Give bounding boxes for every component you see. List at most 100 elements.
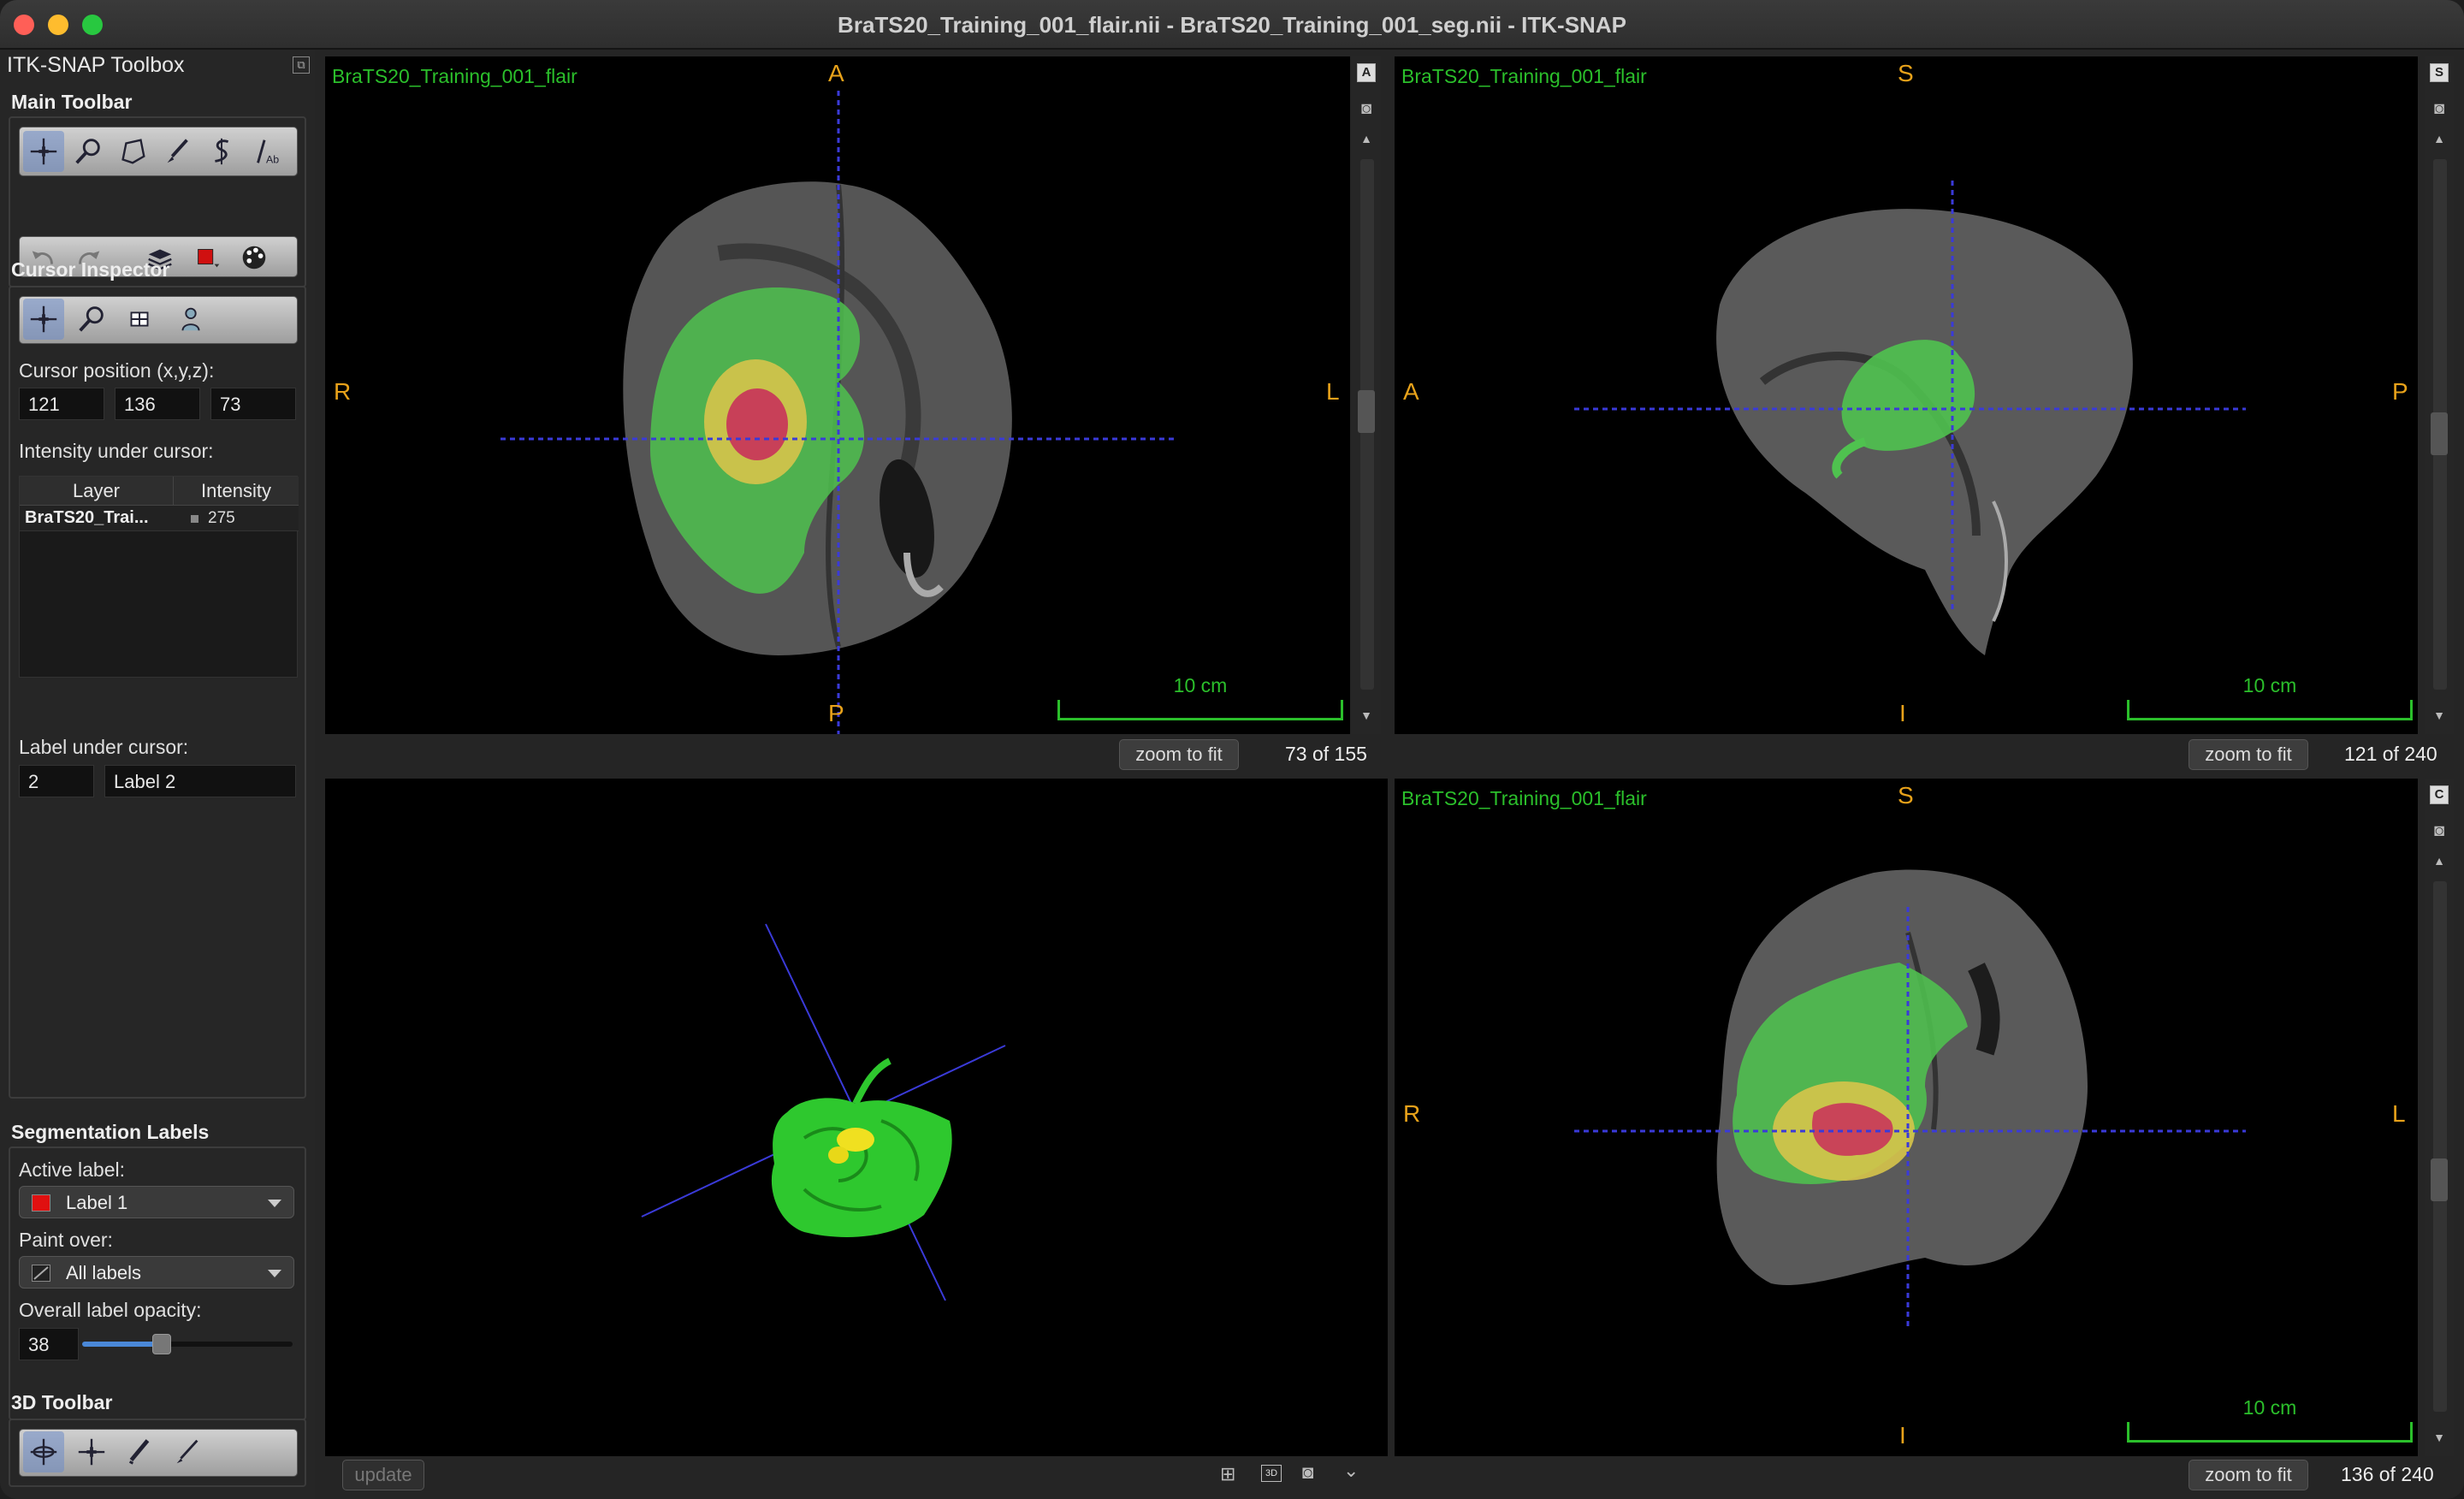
axial-side-strip: A ◙ ▲ ▼ [1352, 56, 1381, 734]
opacity-slider[interactable] [82, 1334, 293, 1354]
snake-tool-icon[interactable] [201, 131, 242, 172]
opacity-label: Overall label opacity: [19, 1299, 202, 1321]
coronal-layout-button[interactable]: C [2430, 785, 2449, 804]
paint-over-label: Paint over: [19, 1229, 113, 1251]
axial-zoom-to-fit-button[interactable]: zoom to fit [1119, 739, 1239, 770]
axial-slice-scroll-thumb[interactable] [1358, 390, 1375, 433]
scroll-down-icon[interactable]: ▼ [2430, 708, 2449, 722]
paintbrush-tool-icon[interactable] [157, 131, 198, 172]
sagittal-scale-label: 10 cm [2242, 674, 2297, 696]
coronal-orient-bottom: I [1899, 1422, 1906, 1449]
crosshair-tool-icon[interactable] [23, 131, 64, 172]
sagittal-slice-indicator: 121 of 240 [2344, 743, 2437, 765]
main-toolbar-heading: Main Toolbar [11, 91, 133, 113]
opacity-field[interactable]: 38 [19, 1328, 79, 1360]
paint-over-dropdown[interactable]: All labels [19, 1256, 294, 1289]
crosshair-3d-icon[interactable] [71, 1431, 112, 1472]
coronal-side-strip: C ◙ ▲ ▼ [2425, 779, 2454, 1456]
annotation-tool-icon[interactable]: Ab [246, 131, 287, 172]
active-label-swatch [32, 1194, 50, 1212]
coronal-slice-indicator: 136 of 240 [2341, 1463, 2434, 1485]
axial-slice-indicator: 73 of 155 [1285, 743, 1367, 765]
scroll-down-icon[interactable]: ▼ [2430, 1431, 2449, 1444]
sagittal-layout-button[interactable]: S [2430, 63, 2449, 82]
svg-text:Ab: Ab [266, 153, 279, 165]
coronal-view[interactable]: BraTS20_Training_001_flair S I R L 10 cm [1395, 779, 2418, 1456]
scroll-down-icon[interactable]: ▼ [1357, 708, 1376, 722]
render-3d-view[interactable] [325, 779, 1388, 1456]
main-toolbar-row1: Ab [19, 127, 298, 176]
intensity-column-header[interactable]: Intensity [174, 477, 299, 506]
sagittal-layer-name: BraTS20_Training_001_flair [1401, 65, 1647, 87]
coronal-scale-label: 10 cm [2242, 1396, 2297, 1419]
zoom-icon[interactable] [71, 299, 112, 340]
cursor-x-field[interactable]: 121 [19, 388, 104, 420]
label-name-field[interactable]: Label 2 [104, 765, 296, 797]
layout-icon[interactable]: ⊞ [1220, 1463, 1235, 1485]
cursor-y-field[interactable]: 136 [115, 388, 200, 420]
paint-over-swatch [32, 1265, 50, 1282]
segmentation-labels-heading: Segmentation Labels [11, 1121, 210, 1143]
camera-icon[interactable]: ◙ [1357, 99, 1376, 119]
cursor-z-field[interactable]: 73 [210, 388, 296, 420]
sagittal-orient-left: A [1403, 378, 1419, 405]
active-label-label: Active label: [19, 1158, 126, 1181]
scroll-up-icon[interactable]: ▲ [2430, 854, 2449, 868]
coronal-slice-image [1574, 869, 2246, 1326]
sagittal-scale-bar: 10 cm [2127, 674, 2413, 720]
undock-icon[interactable]: ⧉ [293, 56, 310, 74]
scalpel-icon[interactable] [119, 1431, 160, 1472]
3d-toggle-icon[interactable]: 3D [1261, 1465, 1282, 1482]
axial-layout-button[interactable]: A [1357, 63, 1376, 82]
axial-orient-left: R [334, 378, 352, 405]
cursor-position-label: Cursor position (x,y,z): [19, 359, 215, 382]
coronal-layer-name: BraTS20_Training_001_flair [1401, 787, 1647, 809]
surface-render-image [641, 923, 1006, 1301]
segmentation-labels-panel: Active label: Label 1 Paint over: All la… [9, 1146, 306, 1420]
camera-icon[interactable]: ◙ [2430, 821, 2449, 841]
person-icon[interactable] [170, 299, 211, 340]
coronal-slice-scrollbar[interactable] [2433, 881, 2447, 1412]
camera-icon[interactable]: ◙ [1302, 1461, 1313, 1484]
axial-orient-right: L [1326, 378, 1340, 405]
polygon-tool-icon[interactable] [112, 131, 153, 172]
sagittal-orient-top: S [1898, 60, 1914, 86]
toolbar-3d-heading: 3D Toolbar [11, 1391, 113, 1413]
toolbar-3d [19, 1429, 298, 1477]
toolbar-3d-panel [9, 1419, 306, 1487]
camera-icon[interactable]: ◙ [2430, 99, 2449, 119]
label-id-field[interactable]: 2 [19, 765, 94, 797]
scroll-up-icon[interactable]: ▲ [2430, 132, 2449, 145]
scroll-up-icon[interactable]: ▲ [1357, 132, 1376, 145]
table-row[interactable]: BraTS20_Trai... 275 [20, 506, 299, 531]
active-label-value: Label 1 [66, 1192, 128, 1213]
axial-slice-image [500, 91, 1176, 734]
update-button[interactable]: update [342, 1460, 424, 1490]
axial-view[interactable]: BraTS20_Training_001_flair A P R L 10 cm [325, 56, 1350, 734]
palette-icon[interactable] [234, 237, 275, 278]
label-color-icon[interactable] [187, 237, 228, 278]
paint-over-value: All labels [66, 1262, 142, 1283]
table-icon[interactable] [119, 299, 160, 340]
zoom-tool-icon[interactable] [68, 131, 109, 172]
axial-layer-name: BraTS20_Training_001_flair [332, 65, 578, 87]
coronal-orient-top: S [1898, 782, 1914, 809]
coronal-zoom-to-fit-button[interactable]: zoom to fit [2189, 1460, 2308, 1490]
title-bar: BraTS20_Training_001_flair.nii - BraTS20… [0, 0, 2464, 50]
sagittal-zoom-to-fit-button[interactable]: zoom to fit [2189, 739, 2308, 770]
layer-column-header[interactable]: Layer [20, 477, 174, 506]
sagittal-slice-scroll-thumb[interactable] [2431, 412, 2448, 455]
crosshair-icon[interactable] [23, 299, 64, 340]
sagittal-orient-bottom: I [1899, 700, 1906, 726]
sagittal-slice-image [1574, 181, 2246, 656]
window-title: BraTS20_Training_001_flair.nii - BraTS20… [838, 12, 1626, 38]
active-label-dropdown[interactable]: Label 1 [19, 1186, 294, 1218]
sagittal-view[interactable]: BraTS20_Training_001_flair S I A P 10 cm [1395, 56, 2418, 734]
chevron-down-icon[interactable]: ⌄ [1343, 1460, 1359, 1482]
coronal-slice-scroll-thumb[interactable] [2431, 1158, 2448, 1201]
spray-paint-icon[interactable] [167, 1431, 208, 1472]
opacity-slider-thumb[interactable] [152, 1334, 172, 1354]
sagittal-orient-right: P [2392, 378, 2408, 405]
rotate-3d-icon[interactable] [23, 1431, 64, 1472]
intensity-label: Intensity under cursor: [19, 440, 214, 462]
